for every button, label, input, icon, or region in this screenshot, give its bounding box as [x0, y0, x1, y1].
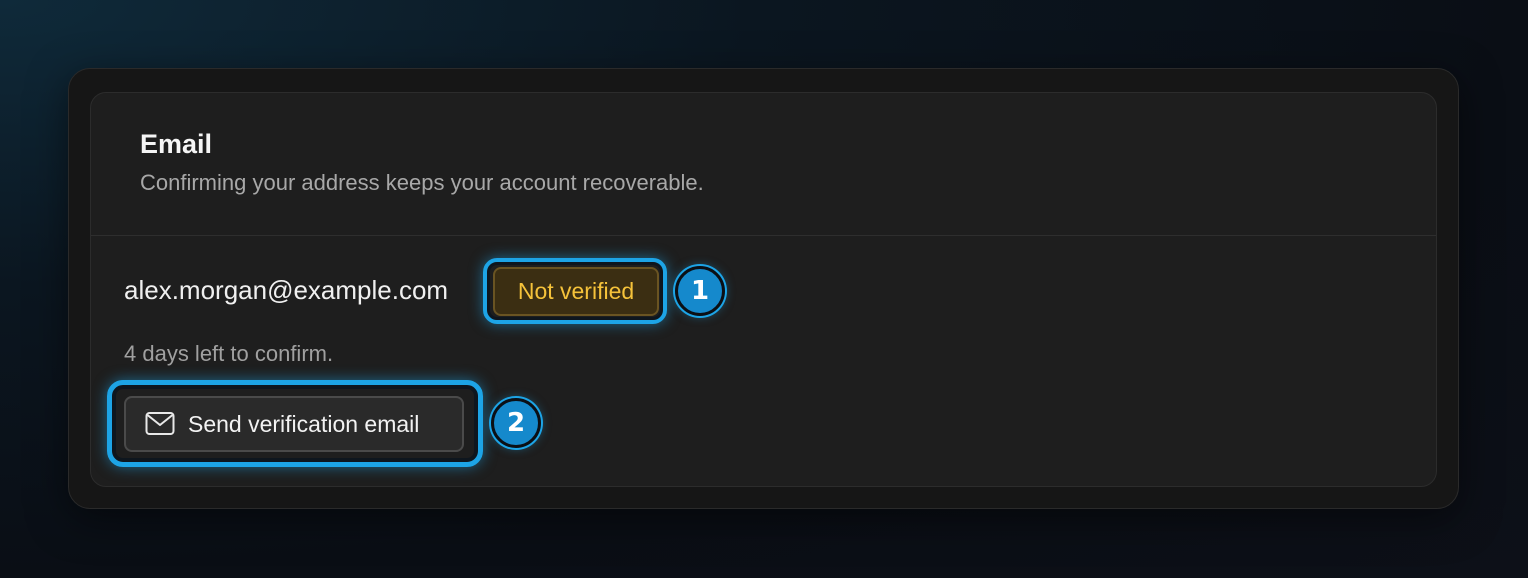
section-description: Confirming your address keeps your accou…: [140, 170, 704, 195]
send-verification-email-button[interactable]: Send verification email: [124, 396, 464, 452]
verification-status-badge: Not verified: [493, 267, 659, 316]
verification-deadline: 4 days left to confirm.: [124, 341, 334, 366]
callout-marker-1: 1: [675, 266, 725, 316]
mail-icon: [145, 412, 175, 435]
section-title: Email: [140, 129, 213, 159]
email-address: alex.morgan@example.com: [124, 275, 449, 305]
callout-marker-2: 2: [491, 398, 541, 448]
section-divider: [91, 235, 1436, 236]
